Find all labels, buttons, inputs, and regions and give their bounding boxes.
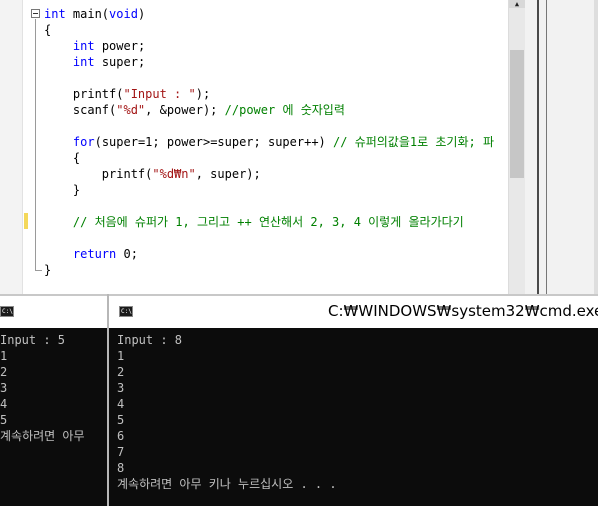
code-line[interactable] — [44, 230, 494, 246]
chevron-up-icon[interactable]: ▲ — [509, 0, 525, 8]
console-line: 5 — [0, 413, 8, 427]
code-line[interactable] — [44, 198, 494, 214]
window-title: C:₩WINDOWS₩system32₩cmd.exe — [328, 302, 598, 320]
console-titlebar[interactable]: C:\ — [0, 296, 107, 328]
code-token: printf( — [44, 167, 153, 181]
code-line[interactable]: } — [44, 262, 494, 278]
code-line[interactable]: return 0; — [44, 246, 494, 262]
code-token: scanf( — [44, 103, 117, 117]
scrollbar-thumb[interactable] — [510, 50, 524, 178]
cmd-icon: C:\ — [119, 306, 133, 317]
code-token: "%d₩n" — [152, 167, 196, 181]
console-output: Input : 5 1 2 3 4 5 계속하려면 아무 — [0, 332, 85, 444]
console-line: 2 — [117, 365, 125, 379]
code-token: int — [72, 55, 95, 69]
console-output-area[interactable]: Input : 5 1 2 3 4 5 계속하려면 아무 — [0, 328, 107, 506]
console-line: 3 — [117, 381, 125, 395]
code-token: printf( — [44, 87, 124, 101]
code-token: power; — [94, 39, 146, 53]
console-line: 계속하려면 아무 키나 누르십시오 . . . — [117, 477, 337, 491]
console-line: 8 — [117, 461, 125, 475]
code-line[interactable]: printf("%d₩n", super); — [44, 166, 494, 182]
code-line[interactable]: { — [44, 22, 494, 38]
code-line[interactable]: int main(void) — [44, 6, 494, 22]
console-line: 5 — [117, 413, 125, 427]
code-token: int — [44, 7, 66, 21]
code-token: for — [72, 135, 95, 149]
code-token: } — [44, 183, 81, 197]
console-titlebar[interactable]: C:\ C:₩WINDOWS₩system32₩cmd.exe — [109, 296, 598, 328]
editor-gutter — [0, 0, 23, 294]
console-line: 계속하려면 아무 — [0, 429, 85, 443]
code-line[interactable]: int power; — [44, 38, 494, 54]
line-change-marker — [24, 213, 28, 229]
code-line[interactable] — [44, 70, 494, 86]
code-token: int — [72, 39, 95, 53]
collapse-minus-icon[interactable] — [31, 9, 40, 18]
console-output-area[interactable]: Input : 8 1 2 3 4 5 6 7 8 계속하려면 아무 키나 누르십시오 . . . — [109, 328, 598, 506]
code-token: // 슈퍼의값을1로 초기화; 파 — [333, 135, 494, 149]
code-line[interactable]: scanf("%d", &power); //power 에 숫자입력 — [44, 102, 494, 118]
code-token: return — [72, 247, 117, 261]
code-line[interactable]: printf("Input : "); — [44, 86, 494, 102]
code-token: void — [109, 7, 138, 21]
code-token: 0; — [116, 247, 138, 261]
console-window-left[interactable]: C:\ Input : 5 1 2 3 4 5 계속하려면 아무 — [0, 296, 107, 506]
console-line: 2 — [0, 365, 8, 379]
code-line[interactable]: for(super=1; power>=super; super++) // 슈… — [44, 134, 494, 150]
panel-edge — [594, 0, 598, 294]
console-window-right[interactable]: C:\ C:₩WINDOWS₩system32₩cmd.exe Input : … — [109, 296, 598, 506]
code-token: main( — [65, 7, 110, 21]
console-line: 4 — [117, 397, 125, 411]
side-panel — [525, 0, 598, 294]
code-token: ) — [137, 7, 146, 21]
code-token: (super=1; power>=super; super++) — [94, 135, 334, 149]
console-line: 1 — [0, 349, 8, 363]
fold-guide-end — [35, 270, 42, 271]
code-text[interactable]: int main(void){ int power; int super; pr… — [44, 6, 494, 278]
console-line: Input : 8 — [117, 333, 183, 347]
console-line: 1 — [117, 349, 125, 363]
code-token: } — [44, 263, 52, 277]
code-line[interactable] — [44, 118, 494, 134]
code-line[interactable]: { — [44, 150, 494, 166]
console-line: 3 — [0, 381, 8, 395]
code-token: "Input : " — [123, 87, 196, 101]
console-line: 6 — [117, 429, 125, 443]
code-line[interactable]: } — [44, 182, 494, 198]
panel-splitter[interactable] — [537, 0, 539, 294]
console-line: Input : 5 — [0, 333, 66, 347]
panel-divider — [546, 0, 547, 294]
code-editor[interactable]: int main(void){ int power; int super; pr… — [0, 0, 508, 294]
editor-vertical-scrollbar[interactable]: ▲ — [508, 0, 525, 294]
console-line: 4 — [0, 397, 8, 411]
code-token: super; — [94, 55, 146, 69]
code-token: , super); — [195, 167, 261, 181]
code-line[interactable]: // 처음에 슈퍼가 1, 그리고 ++ 연산해서 2, 3, 4 이렇게 올라… — [44, 214, 494, 230]
code-token: // 처음에 슈퍼가 1, 그리고 ++ 연산해서 2, 3, 4 이렇게 올라… — [72, 215, 464, 229]
code-token: { — [44, 23, 52, 37]
cmd-icon: C:\ — [0, 306, 14, 317]
console-line: 7 — [117, 445, 125, 459]
code-token: "%d" — [116, 103, 146, 117]
console-output: Input : 8 1 2 3 4 5 6 7 8 계속하려면 아무 키나 누르십시오 . . . — [117, 332, 337, 492]
code-token: { — [44, 151, 81, 165]
code-token: , &power); — [145, 103, 225, 117]
code-token: //power 에 숫자입력 — [224, 103, 345, 117]
fold-guide — [35, 19, 36, 271]
code-line[interactable]: int super; — [44, 54, 494, 70]
code-token: ); — [195, 87, 211, 101]
